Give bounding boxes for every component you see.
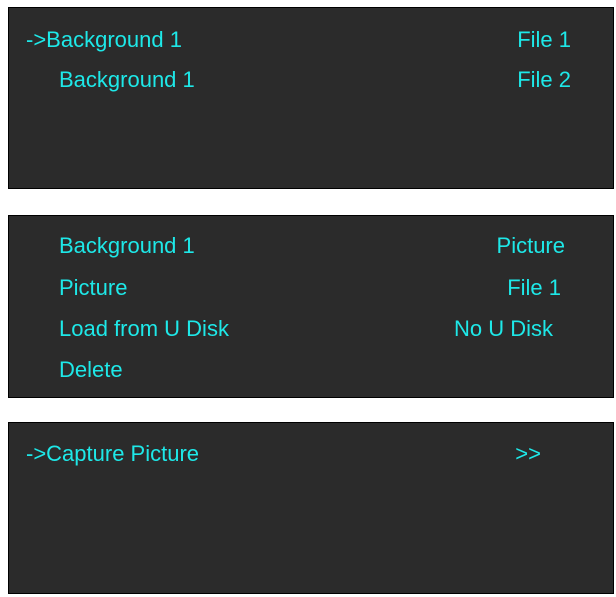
menu-row-load-from-u-disk[interactable]: Load from U Disk No U Disk bbox=[9, 312, 613, 346]
menu-item-value: File 1 bbox=[517, 27, 571, 52]
menu-item-value: File 2 bbox=[517, 67, 571, 92]
background-file-menu-panel: ->Background 1 File 1 Background 1 File … bbox=[8, 7, 614, 189]
menu-row-delete[interactable]: Delete bbox=[9, 353, 613, 387]
menu-row-capture-picture[interactable]: ->Capture Picture >> bbox=[9, 437, 613, 471]
background-settings-menu-panel: Background 1 Picture Picture File 1 Load… bbox=[8, 215, 614, 398]
menu-item-label: ->Capture Picture bbox=[26, 441, 200, 466]
menu-item-value: Picture bbox=[496, 233, 565, 258]
menu-item-label: Background 1 bbox=[59, 67, 195, 92]
menu-item-label: ->Background 1 bbox=[26, 27, 182, 52]
menu-row-background-1-file-1[interactable]: ->Background 1 File 1 bbox=[9, 23, 613, 57]
menu-item-value: No U Disk bbox=[453, 316, 553, 341]
menu-item-label: Background 1 bbox=[59, 233, 195, 258]
menu-row-background-1-file-2[interactable]: Background 1 File 2 bbox=[9, 63, 613, 97]
menu-item-label: Picture bbox=[59, 275, 128, 300]
capture-picture-menu-panel: ->Capture Picture >> bbox=[8, 422, 614, 594]
menu-item-label: Delete bbox=[59, 357, 123, 382]
menu-row-picture-file[interactable]: Picture File 1 bbox=[9, 271, 613, 305]
menu-row-background-1-type[interactable]: Background 1 Picture bbox=[9, 229, 613, 263]
submenu-arrow: >> bbox=[515, 441, 541, 466]
menu-item-label: Load from U Disk bbox=[59, 316, 229, 341]
menu-item-value: File 1 bbox=[507, 275, 561, 300]
